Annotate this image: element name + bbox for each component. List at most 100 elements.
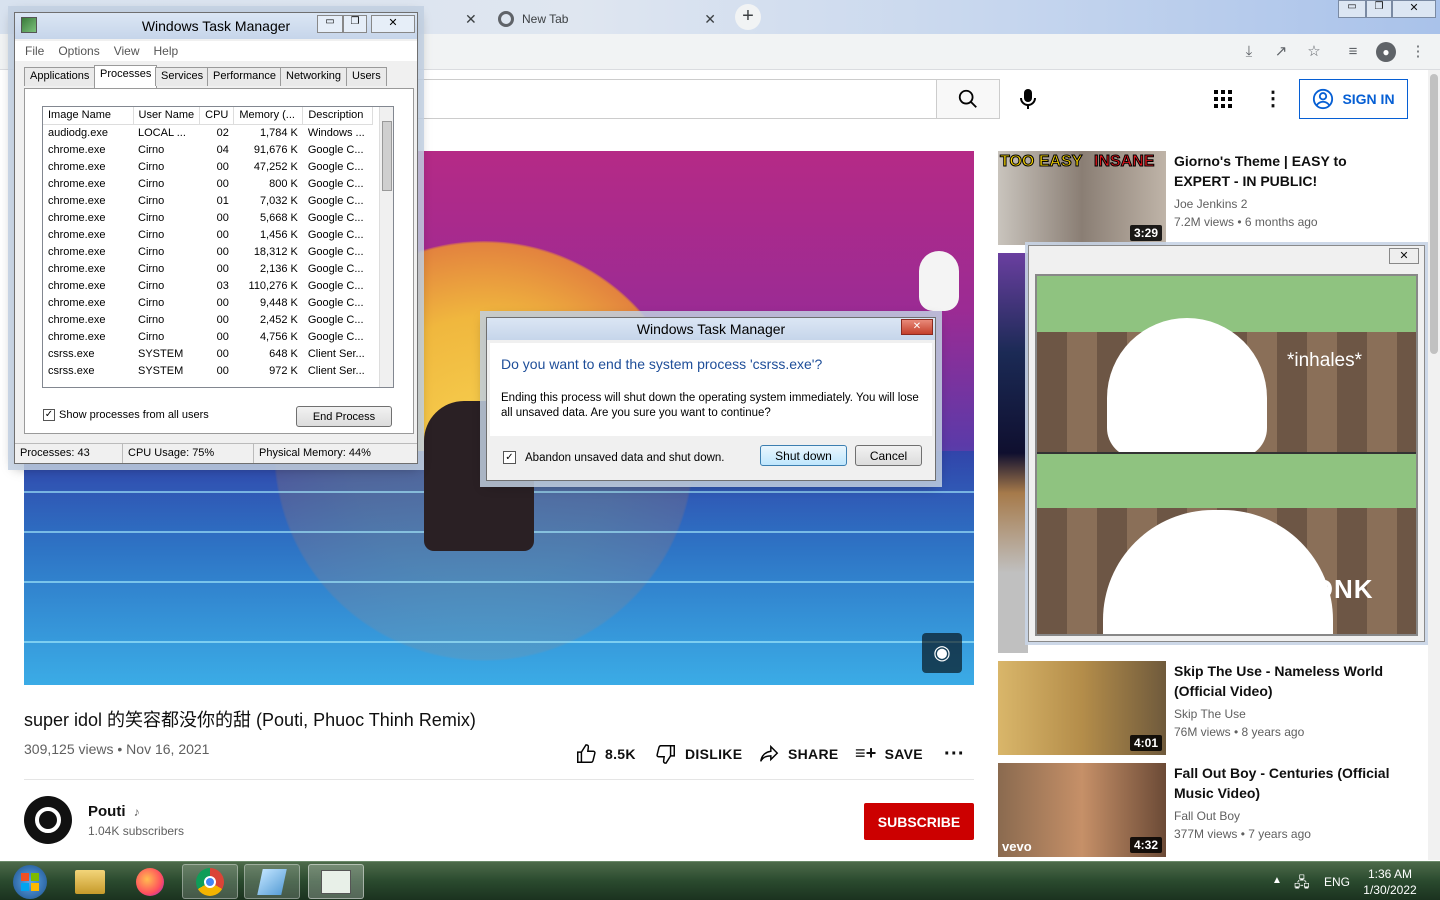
col-description[interactable]: Description xyxy=(302,107,374,125)
save-button[interactable]: ≡+ SAVE xyxy=(855,743,923,764)
process-description: Google C... xyxy=(307,313,364,326)
process-row[interactable]: chrome.exe Cirno 00 47,252 K Google C... xyxy=(43,158,373,175)
task-manager-titlebar[interactable]: Windows Task Manager ▭ ❐ ✕ xyxy=(15,13,417,39)
restore-window-icon[interactable]: ❐ xyxy=(1366,0,1392,18)
install-app-icon[interactable]: ⤓ xyxy=(1239,42,1259,62)
close-window-icon[interactable]: ✕ xyxy=(1392,0,1436,18)
profile-avatar-icon[interactable]: ● xyxy=(1376,42,1396,62)
network-icon[interactable]: 🖧 xyxy=(1294,872,1310,896)
show-all-users-checkbox[interactable]: ✓ Show processes from all users xyxy=(43,409,209,421)
language-indicator[interactable]: ENG xyxy=(1324,875,1350,889)
tab-new-tab[interactable]: New Tab ✕ xyxy=(488,4,726,34)
process-row[interactable]: chrome.exe Cirno 00 18,312 K Google C... xyxy=(43,243,373,260)
process-description: Google C... xyxy=(307,245,364,258)
menu-view[interactable]: View xyxy=(114,44,140,58)
process-list-scrollbar[interactable] xyxy=(379,107,393,387)
minimize-window-icon[interactable]: ▭ xyxy=(1338,0,1366,18)
process-description: Google C... xyxy=(307,279,364,292)
dialog-titlebar[interactable]: Windows Task Manager ✕ xyxy=(487,318,935,340)
channel-avatar[interactable] xyxy=(24,796,72,844)
process-row[interactable]: chrome.exe Cirno 00 9,448 K Google C... xyxy=(43,294,373,311)
start-button[interactable] xyxy=(2,864,58,899)
taskbar-app[interactable] xyxy=(244,864,300,899)
close-icon[interactable]: ✕ xyxy=(371,15,415,33)
tab-networking[interactable]: Networking xyxy=(280,67,348,86)
process-list[interactable]: Image Name User Name CPU Memory (... Des… xyxy=(42,106,394,388)
channel-name[interactable]: Pouti ♪ xyxy=(88,803,140,820)
settings-more-icon[interactable]: ⋮ xyxy=(1263,86,1283,111)
abandon-data-checkbox[interactable]: ✓ Abandon unsaved data and shut down. xyxy=(503,451,725,464)
shut-down-button[interactable]: Shut down xyxy=(760,445,847,466)
subscriber-count: 1.04K subscribers xyxy=(88,824,185,838)
channel-watermark-icon[interactable]: ◉ xyxy=(922,633,962,673)
process-scrollbar-thumb[interactable] xyxy=(382,121,392,191)
share-button[interactable]: SHARE xyxy=(758,743,839,765)
reading-list-icon[interactable]: ≡ xyxy=(1343,42,1363,62)
close-icon[interactable]: ✕ xyxy=(901,319,933,335)
menu-help[interactable]: Help xyxy=(154,44,179,58)
dislike-button[interactable]: DISLIKE xyxy=(655,743,742,765)
col-image-name[interactable]: Image Name xyxy=(43,107,134,125)
like-button[interactable]: 8.5K xyxy=(575,743,636,765)
close-popup-icon[interactable]: ✕ xyxy=(1389,248,1419,264)
taskbar-firefox[interactable] xyxy=(122,864,178,899)
clock[interactable]: 1:36 AM 1/30/2022 xyxy=(1360,866,1420,898)
taskbar-explorer[interactable] xyxy=(62,864,118,899)
cancel-button[interactable]: Cancel xyxy=(855,445,922,466)
col-cpu[interactable]: CPU xyxy=(199,107,235,125)
process-row[interactable]: chrome.exe Cirno 00 800 K Google C... xyxy=(43,175,373,192)
process-description: Client Ser... xyxy=(307,347,365,360)
tab-users[interactable]: Users xyxy=(346,67,387,86)
new-tab-plus-icon[interactable]: + xyxy=(735,4,761,30)
process-row[interactable]: chrome.exe Cirno 00 2,136 K Google C... xyxy=(43,260,373,277)
col-user-name[interactable]: User Name xyxy=(133,107,201,125)
browser-menu-icon[interactable]: ⋮ xyxy=(1408,42,1428,62)
minimize-icon[interactable]: ▭ xyxy=(317,15,343,33)
show-hidden-icons[interactable]: ▲ xyxy=(1272,875,1282,886)
recommendation-item[interactable]: TOO EASY INSANE 3:29 Giorno's Theme | EA… xyxy=(998,151,1428,245)
tab-services[interactable]: Services xyxy=(155,67,210,86)
close-tab-icon[interactable]: ✕ xyxy=(465,11,477,28)
recommendation-item[interactable]: 4:01 Skip The Use - Nameless World (Offi… xyxy=(998,661,1428,755)
taskbar-chrome[interactable] xyxy=(182,864,238,899)
menu-options[interactable]: Options xyxy=(58,44,99,58)
tab-processes[interactable]: Processes xyxy=(94,65,158,88)
search-button[interactable] xyxy=(936,79,1000,119)
process-row[interactable]: csrss.exe SYSTEM 00 648 K Client Ser... xyxy=(43,345,373,362)
col-memory[interactable]: Memory (... xyxy=(233,107,304,125)
process-row[interactable]: audiodg.exe LOCAL ... 02 1,784 K Windows ... xyxy=(43,124,373,141)
scrollbar-thumb[interactable] xyxy=(1430,74,1438,354)
process-row[interactable]: chrome.exe Cirno 01 7,032 K Google C... xyxy=(43,192,373,209)
taskbar-task-manager[interactable] xyxy=(308,864,364,899)
apps-grid-icon[interactable] xyxy=(1214,90,1232,108)
process-row[interactable]: chrome.exe Cirno 00 2,452 K Google C... xyxy=(43,311,373,328)
process-memory: 9,448 K xyxy=(259,296,298,309)
video-duration: 4:01 xyxy=(1129,735,1162,751)
notepad-icon xyxy=(257,868,287,895)
process-row[interactable]: csrss.exe SYSTEM 00 972 K Client Ser... xyxy=(43,362,373,379)
status-processes: Processes: 43 xyxy=(15,444,123,463)
process-row[interactable]: chrome.exe Cirno 00 5,668 K Google C... xyxy=(43,209,373,226)
sign-in-button[interactable]: SIGN IN xyxy=(1299,79,1408,119)
process-image-name: chrome.exe xyxy=(48,177,106,190)
tab-active-partial[interactable]: ✕ xyxy=(425,4,485,34)
subscribe-button[interactable]: SUBSCRIBE xyxy=(864,803,974,840)
tab-applications[interactable]: Applications xyxy=(24,67,96,86)
page-scrollbar[interactable] xyxy=(1428,70,1440,860)
maximize-icon[interactable]: ❐ xyxy=(343,15,367,33)
process-row[interactable]: chrome.exe Cirno 00 1,456 K Google C... xyxy=(43,226,373,243)
bookmark-star-icon[interactable]: ☆ xyxy=(1304,42,1324,62)
microphone-icon[interactable] xyxy=(1017,87,1039,111)
close-tab-icon[interactable]: ✕ xyxy=(704,11,716,28)
search-input[interactable] xyxy=(404,79,938,119)
process-row[interactable]: chrome.exe Cirno 04 91,676 K Google C... xyxy=(43,141,373,158)
tab-performance[interactable]: Performance xyxy=(207,67,282,86)
recommendation-item[interactable]: vevo 4:32 Fall Out Boy - Centuries (Offi… xyxy=(998,763,1428,857)
end-process-button[interactable]: End Process xyxy=(296,406,392,427)
menu-file[interactable]: File xyxy=(25,44,44,58)
process-row[interactable]: chrome.exe Cirno 00 4,756 K Google C... xyxy=(43,328,373,345)
more-actions-icon[interactable]: ··· xyxy=(944,743,965,766)
process-row[interactable]: chrome.exe Cirno 03 110,276 K Google C... xyxy=(43,277,373,294)
share-page-icon[interactable]: ↗ xyxy=(1271,42,1291,62)
grid-line xyxy=(24,641,974,643)
